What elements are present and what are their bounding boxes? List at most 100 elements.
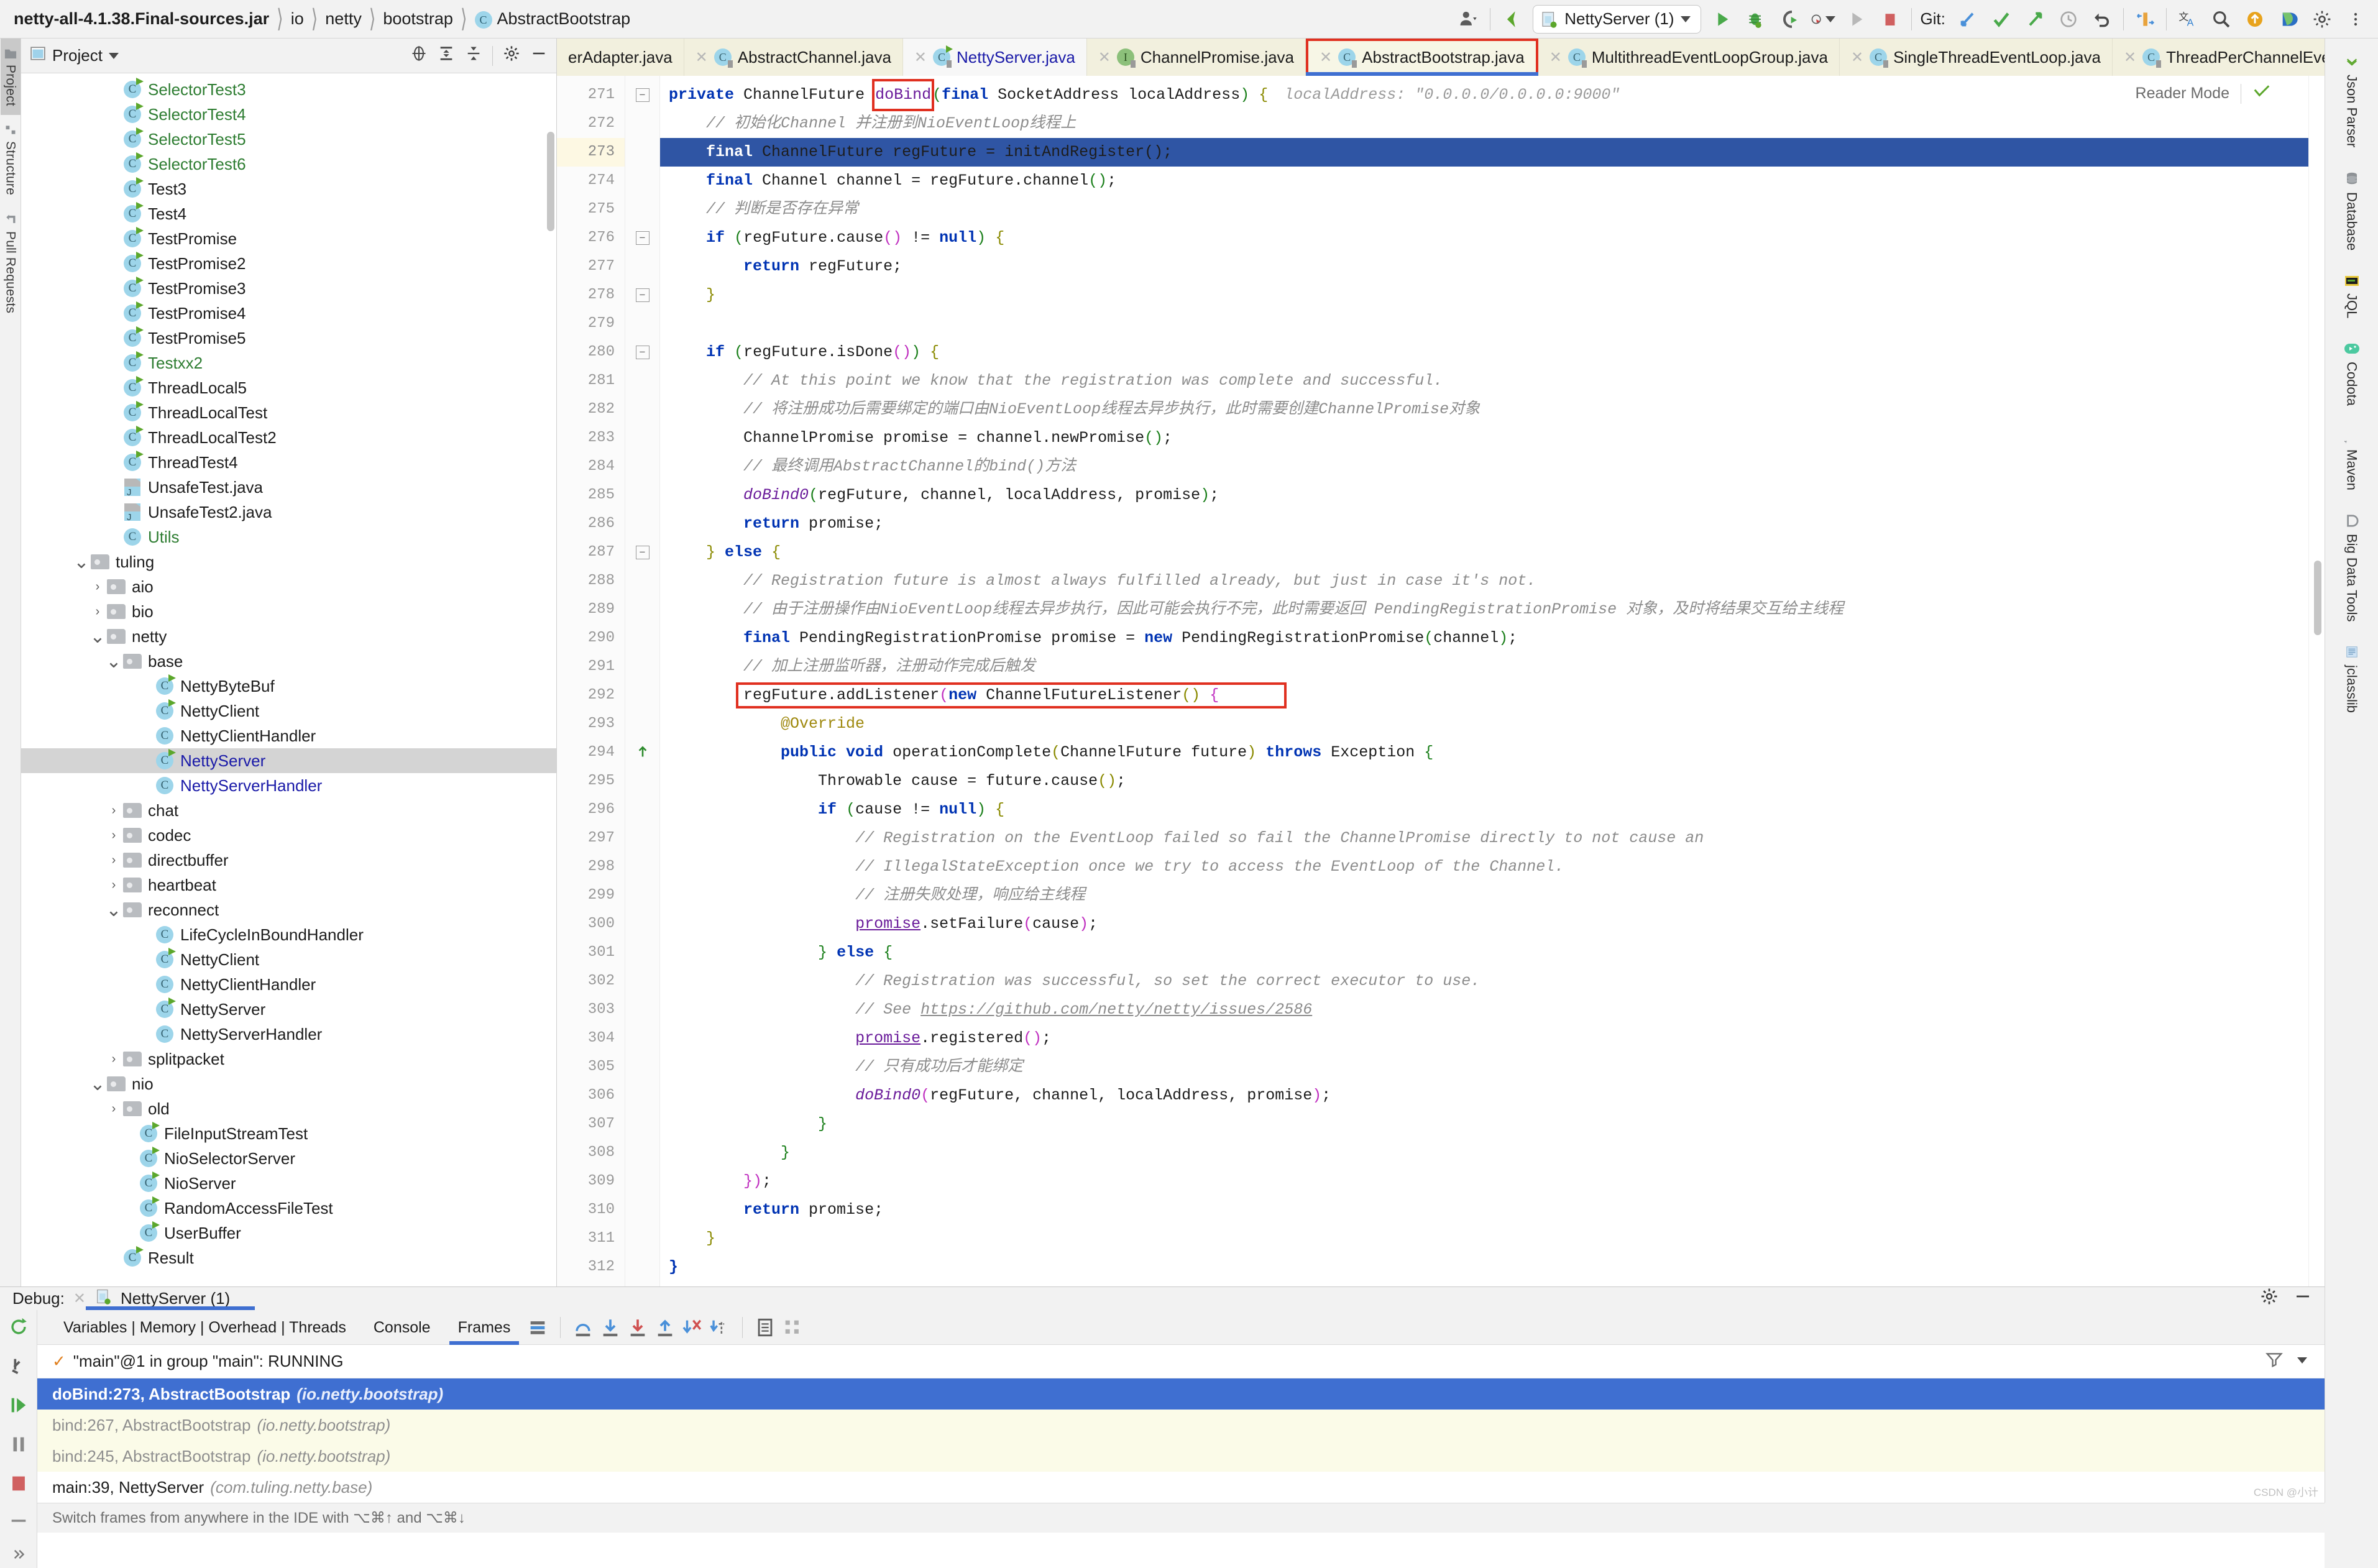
run-icon[interactable]	[1710, 7, 1735, 32]
chevron-down-icon[interactable]: ⌄	[106, 651, 122, 672]
code-line[interactable]: // 判断是否存在异常	[660, 195, 2308, 224]
fold-toggle[interactable]: −	[625, 281, 659, 309]
sidebar-item-structure[interactable]: Structure	[1, 115, 21, 204]
tree-node[interactable]: CNioSelectorServer	[21, 1146, 556, 1171]
code-line[interactable]: doBind0(regFuture, channel, localAddress…	[660, 481, 2308, 510]
code-line[interactable]: // At this point we know that the regist…	[660, 367, 2308, 395]
code-line[interactable]: doBind0(regFuture, channel, localAddress…	[660, 1081, 2308, 1110]
code-line[interactable]: final Channel channel = regFuture.channe…	[660, 167, 2308, 195]
settings-icon[interactable]	[779, 1314, 806, 1341]
layout-icon[interactable]	[524, 1314, 551, 1341]
code-line[interactable]: // 只有成功后才能绑定	[660, 1053, 2308, 1081]
tree-node[interactable]: ›bio	[21, 599, 556, 624]
editor-tab[interactable]: ✕CAbstractBootstrap.java	[1306, 39, 1538, 76]
sidebar-item-project[interactable]: Project	[1, 39, 21, 115]
frame-row[interactable]: main:39, NettyServer(com.tuling.netty.ba…	[37, 1472, 2325, 1503]
chevron-right-icon[interactable]: ›	[106, 853, 122, 868]
code-line[interactable]: @Override	[660, 710, 2308, 738]
code-line[interactable]: // Registration on the EventLoop failed …	[660, 824, 2308, 853]
code-line[interactable]: }	[660, 281, 2308, 309]
user-avatar-icon[interactable]	[1456, 7, 1481, 32]
chevron-down-icon[interactable]	[2297, 1357, 2307, 1364]
close-icon[interactable]: ✕	[914, 48, 927, 66]
breadcrumb-io[interactable]: io	[287, 9, 308, 29]
code-line[interactable]: promise.registered();	[660, 1024, 2308, 1053]
tree-node[interactable]: CNettyClientHandler	[21, 723, 556, 748]
breadcrumb-class[interactable]: CAbstractBootstrap	[471, 9, 635, 29]
chevron-right-icon[interactable]: ›	[106, 878, 122, 892]
tree-node[interactable]: ⌄tuling	[21, 549, 556, 574]
tree-node[interactable]: CResult	[21, 1245, 556, 1270]
tree-node[interactable]: CTestPromise	[21, 226, 556, 251]
tree-node[interactable]: CThreadLocalTest2	[21, 425, 556, 450]
search-everywhere-icon[interactable]	[2209, 7, 2234, 32]
stop-icon[interactable]	[1878, 7, 1903, 32]
tree-node[interactable]: CNettyClient	[21, 699, 556, 723]
tree-node[interactable]: CTestxx2	[21, 351, 556, 375]
fold-toggle[interactable]: −	[625, 81, 659, 109]
more-options-icon[interactable]	[2343, 7, 2368, 32]
pause-icon[interactable]	[8, 1434, 29, 1459]
code-line[interactable]: // 由于注册操作由NioEventLoop线程去异步执行，因此可能会执行不完，…	[660, 595, 2308, 624]
tab-console[interactable]: Console	[360, 1310, 444, 1345]
tree-node[interactable]: CNettyServerHandler	[21, 773, 556, 798]
code-line[interactable]: // See https://github.com/netty/netty/is…	[660, 996, 2308, 1024]
debug-session-name[interactable]: NettyServer (1)	[121, 1289, 230, 1308]
chevron-down-icon[interactable]	[109, 53, 119, 59]
filter-icon[interactable]	[2265, 1350, 2284, 1373]
step-out-icon[interactable]	[651, 1314, 679, 1341]
rerun-icon[interactable]	[8, 1316, 29, 1342]
collapse-icon[interactable]: −	[636, 288, 650, 302]
frame-row[interactable]: doBind:273, AbstractBootstrap(io.netty.b…	[37, 1378, 2325, 1410]
sidebar-item-big-data-tools[interactable]: Big Data Tools	[2340, 504, 2364, 631]
code-line[interactable]: return regFuture;	[660, 252, 2308, 281]
code-line[interactable]: // Registration future is almost always …	[660, 567, 2308, 595]
tree-node[interactable]: UnsafeTest2.java	[21, 500, 556, 525]
evaluate-icon[interactable]	[751, 1314, 779, 1341]
tree-node[interactable]: CSelectorTest3	[21, 77, 556, 102]
sidebar-item-json-parser[interactable]: Json Parser	[2340, 45, 2364, 157]
tree-node[interactable]: ›old	[21, 1096, 556, 1121]
tab-variables-memory-overhead-threads[interactable]: Variables | Memory | Overhead | Threads	[50, 1310, 360, 1345]
tree-node[interactable]: CTestPromise2	[21, 251, 556, 276]
tree-node[interactable]: CNettyServer	[21, 997, 556, 1022]
run-to-cursor-icon[interactable]	[706, 1314, 733, 1341]
code-line[interactable]: final ChannelFuture regFuture = initAndR…	[660, 138, 2308, 167]
tree-node[interactable]: CNettyClient	[21, 947, 556, 972]
tree-node[interactable]: CSelectorTest4	[21, 102, 556, 127]
code-line[interactable]: }	[660, 1110, 2308, 1139]
close-icon[interactable]: ✕	[1320, 48, 1332, 66]
code-line[interactable]: } else {	[660, 538, 2308, 567]
frame-row[interactable]: bind:267, AbstractBootstrap(io.netty.boo…	[37, 1410, 2325, 1441]
project-tree[interactable]: CSelectorTest3CSelectorTest4CSelectorTes…	[21, 73, 556, 1286]
code-line[interactable]: // Registration was successful, so set t…	[660, 967, 2308, 996]
code-line[interactable]: return promise;	[660, 510, 2308, 538]
chevron-right-icon[interactable]: ›	[106, 1102, 122, 1116]
chevron-right-icon[interactable]: ›	[106, 804, 122, 818]
code-line[interactable]: if (cause != null) {	[660, 795, 2308, 824]
run-with-coverage-icon[interactable]	[1777, 7, 1802, 32]
locate-icon[interactable]	[410, 45, 428, 66]
tree-node[interactable]: CSelectorTest5	[21, 127, 556, 152]
editor-scrollbar[interactable]	[2314, 561, 2321, 635]
editor-tab[interactable]: ✕CAbstractChannel.java	[684, 39, 903, 76]
tree-node[interactable]: ›chat	[21, 798, 556, 823]
drop-frame-icon[interactable]	[679, 1314, 706, 1341]
tree-node[interactable]: ›codec	[21, 823, 556, 848]
collapse-icon[interactable]: −	[636, 231, 650, 245]
tree-node[interactable]: CNettyByteBuf	[21, 674, 556, 699]
editor-tab[interactable]: ✕CSingleThreadEventLoop.java	[1840, 39, 2113, 76]
git-push-icon[interactable]	[2022, 7, 2047, 32]
back-arrow-icon[interactable]	[1499, 7, 1524, 32]
tree-node[interactable]: CNettyClientHandler	[21, 972, 556, 997]
tree-node[interactable]: ⌄reconnect	[21, 897, 556, 922]
tree-node[interactable]: CNioServer	[21, 1171, 556, 1196]
breadcrumb-jar[interactable]: netty-all-4.1.38.Final-sources.jar	[10, 9, 273, 29]
stop-icon[interactable]	[8, 1473, 29, 1498]
close-icon[interactable]: ✕	[73, 1290, 86, 1308]
collapse-icon[interactable]: −	[636, 346, 650, 359]
code-line[interactable]: return promise;	[660, 1196, 2308, 1224]
chevron-down-icon[interactable]: ⌄	[73, 551, 90, 573]
undo-icon[interactable]	[2090, 7, 2114, 32]
plugin-icon[interactable]	[2276, 7, 2301, 32]
